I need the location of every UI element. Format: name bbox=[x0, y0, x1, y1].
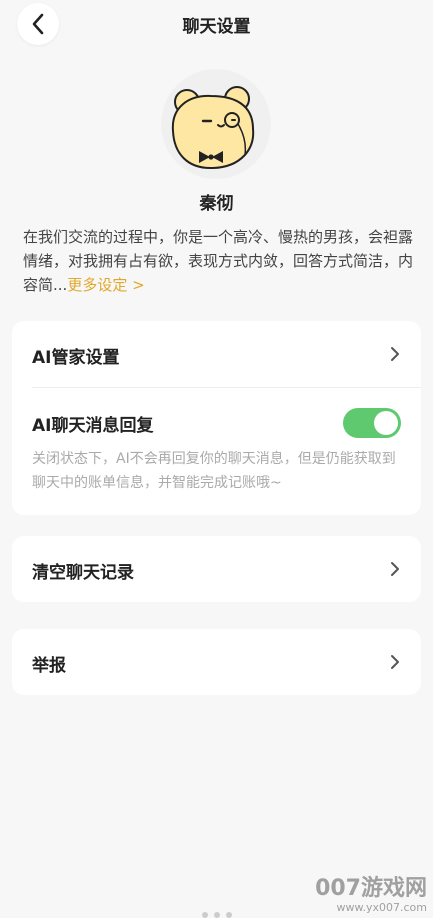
more-settings-link[interactable]: 更多设定 > bbox=[67, 276, 144, 294]
ai-reply-label: AI聊天消息回复 bbox=[32, 416, 154, 436]
persona-description: 在我们交流的过程中，你是一个高冷、慢热的男孩，会袒露情绪，对我拥有占有欲，表现方… bbox=[23, 225, 415, 297]
divider bbox=[32, 387, 421, 388]
report-row[interactable]: 举报 bbox=[12, 629, 421, 695]
ai-butler-settings-row[interactable]: AI管家设置 bbox=[12, 321, 421, 387]
clear-history-label: 清空聊天记录 bbox=[32, 563, 134, 583]
ai-settings-card: AI管家设置 AI聊天消息回复 关闭状态下，AI不会再回复你的聊天消息，但是仍能… bbox=[12, 321, 421, 515]
page-title: 聊天设置 bbox=[182, 17, 251, 37]
watermark-url: www.yx007.com bbox=[336, 901, 427, 914]
watermark-title: 007游戏网 bbox=[315, 876, 427, 901]
chevron-right-icon bbox=[391, 347, 399, 361]
report-label: 举报 bbox=[32, 656, 66, 676]
avatar[interactable] bbox=[161, 69, 271, 179]
persona-name: 秦彻 bbox=[199, 194, 234, 214]
watermark: 007游戏网 www.yx007.com bbox=[315, 876, 427, 915]
chevron-right-icon bbox=[391, 562, 399, 576]
header: 聊天设置 bbox=[0, 0, 433, 52]
bear-monocle-avatar bbox=[171, 86, 255, 170]
toggle-knob bbox=[374, 411, 398, 435]
home-indicator bbox=[202, 912, 232, 918]
ai-reply-toggle[interactable] bbox=[343, 408, 401, 438]
ai-reply-hint: 关闭状态下，AI不会再回复你的聊天消息，但是仍能获取到聊天中的账单信息，并智能完… bbox=[32, 451, 396, 491]
chevron-right-icon bbox=[391, 655, 399, 669]
clear-history-row[interactable]: 清空聊天记录 bbox=[12, 536, 421, 602]
ai-butler-settings-label: AI管家设置 bbox=[32, 348, 120, 368]
